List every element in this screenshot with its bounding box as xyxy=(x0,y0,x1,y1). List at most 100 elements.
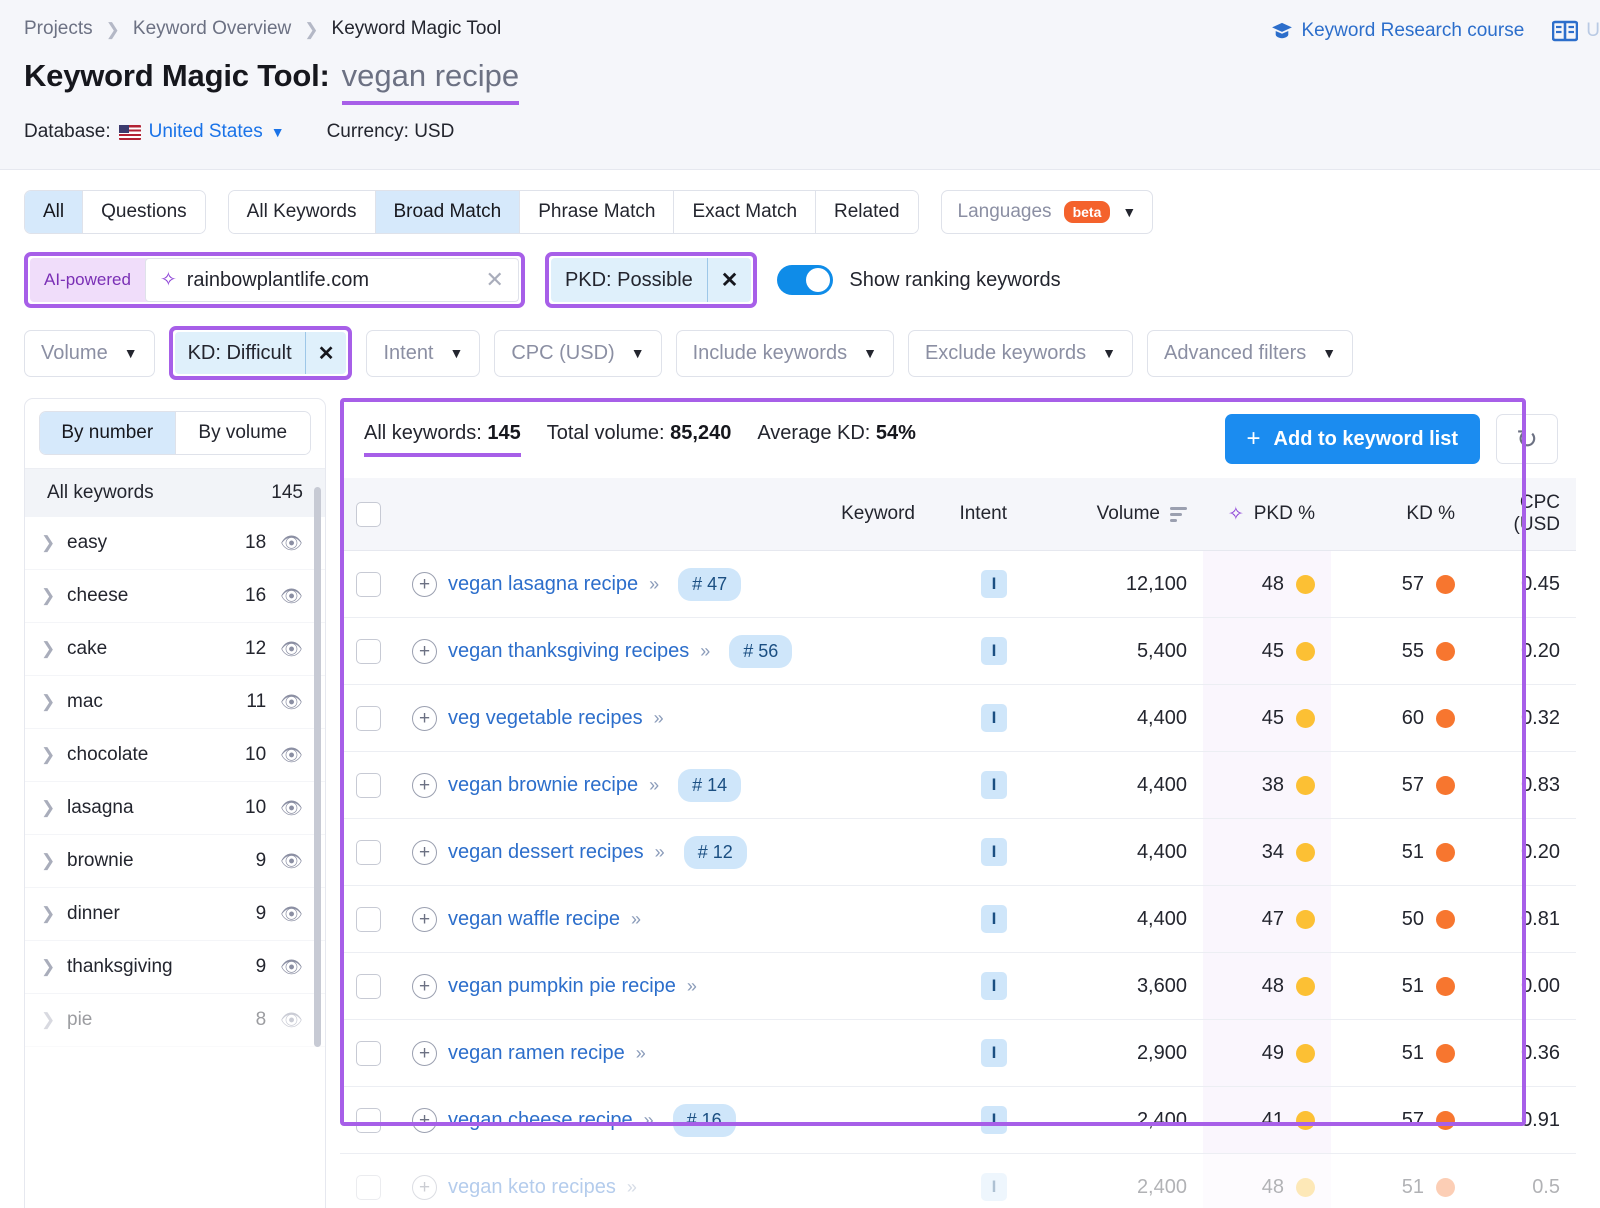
column-pkd[interactable]: ✧ PKD % xyxy=(1203,478,1331,551)
table-row[interactable]: +vegan thanksgiving recipes»# 56I5,40045… xyxy=(340,618,1576,685)
double-chevron-icon[interactable]: » xyxy=(655,842,663,863)
keyword-link[interactable]: vegan thanksgiving recipes xyxy=(448,640,689,663)
table-row[interactable]: +vegan pumpkin pie recipe»I3,60048510.00 xyxy=(340,953,1576,1020)
keyword-link[interactable]: vegan lasagna recipe xyxy=(448,573,638,596)
eye-icon[interactable]: 👁 xyxy=(280,799,303,817)
table-row[interactable]: +vegan cheese recipe»# 16I2,40041570.91 xyxy=(340,1087,1576,1154)
kd-filter-chip[interactable]: KD: Difficult ✕ xyxy=(175,332,347,374)
table-row[interactable]: +vegan ramen recipe»I2,90049510.36 xyxy=(340,1020,1576,1087)
add-keyword-icon[interactable]: + xyxy=(412,1041,437,1066)
row-checkbox[interactable] xyxy=(356,974,381,999)
double-chevron-icon[interactable]: » xyxy=(649,574,657,595)
eye-icon[interactable]: 👁 xyxy=(280,905,303,923)
table-row[interactable]: +vegan keto recipes»I2,40048510.5 xyxy=(340,1154,1576,1208)
sidebar-item-all-keywords[interactable]: All keywords 145 xyxy=(25,468,325,517)
sidebar-sort-by-number[interactable]: By number xyxy=(40,412,176,454)
keyword-link[interactable]: vegan waffle recipe xyxy=(448,908,620,931)
database-value[interactable]: United States xyxy=(149,121,263,143)
breadcrumb-item-keyword-magic-tool[interactable]: Keyword Magic Tool xyxy=(332,18,502,40)
keyword-link[interactable]: vegan pumpkin pie recipe xyxy=(448,975,676,998)
kd-filter-remove-icon[interactable]: ✕ xyxy=(305,332,347,374)
sidebar-sort-by-volume[interactable]: By volume xyxy=(176,412,311,454)
tab-related[interactable]: Related xyxy=(816,191,918,233)
tab-questions[interactable]: Questions xyxy=(83,191,205,233)
double-chevron-icon[interactable]: » xyxy=(649,775,657,796)
tab-phrase-match[interactable]: Phrase Match xyxy=(520,191,674,233)
add-keyword-icon[interactable]: + xyxy=(412,572,437,597)
chevron-down-icon[interactable]: ▼ xyxy=(271,124,285,140)
sidebar-item-easy[interactable]: ❯easy18👁 xyxy=(25,517,325,570)
double-chevron-icon[interactable]: » xyxy=(654,708,662,729)
row-checkbox[interactable] xyxy=(356,1041,381,1066)
sidebar-scrollbar[interactable] xyxy=(314,487,321,1047)
filter-include-keywords[interactable]: Include keywords ▼ xyxy=(676,330,894,377)
breadcrumb-item-projects[interactable]: Projects xyxy=(24,18,93,40)
double-chevron-icon[interactable]: » xyxy=(631,909,639,930)
add-keyword-icon[interactable]: + xyxy=(412,706,437,731)
pkd-filter-chip[interactable]: PKD: Possible ✕ xyxy=(551,258,751,302)
row-checkbox[interactable] xyxy=(356,840,381,865)
table-row[interactable]: +vegan lasagna recipe»# 47I12,10048570.4… xyxy=(340,551,1576,618)
user-manual-link[interactable]: U xyxy=(1552,20,1600,42)
eye-icon[interactable]: 👁 xyxy=(280,640,303,658)
tab-broad-match[interactable]: Broad Match xyxy=(376,191,521,233)
double-chevron-icon[interactable]: » xyxy=(644,1110,652,1131)
row-checkbox[interactable] xyxy=(356,907,381,932)
add-to-keyword-list-button[interactable]: + Add to keyword list xyxy=(1225,414,1480,464)
sidebar-item-lasagna[interactable]: ❯lasagna10👁 xyxy=(25,782,325,835)
chevron-right-icon[interactable]: ❯ xyxy=(41,851,67,871)
pkd-filter-remove-icon[interactable]: ✕ xyxy=(707,258,752,302)
row-checkbox[interactable] xyxy=(356,572,381,597)
filter-advanced[interactable]: Advanced filters ▼ xyxy=(1147,330,1353,377)
sort-desc-icon[interactable] xyxy=(1170,507,1187,522)
chevron-right-icon[interactable]: ❯ xyxy=(41,692,67,712)
filter-intent[interactable]: Intent ▼ xyxy=(366,330,480,377)
double-chevron-icon[interactable]: » xyxy=(627,1177,635,1198)
chevron-right-icon[interactable]: ❯ xyxy=(41,904,67,924)
double-chevron-icon[interactable]: » xyxy=(687,976,695,997)
sidebar-item-thanksgiving[interactable]: ❯thanksgiving9👁 xyxy=(25,941,325,994)
keyword-link[interactable]: vegan dessert recipes xyxy=(448,841,644,864)
eye-icon[interactable]: 👁 xyxy=(280,534,303,552)
domain-input[interactable]: ✧ rainbowplantlife.com ✕ xyxy=(145,258,519,302)
tab-all[interactable]: All xyxy=(25,191,83,233)
sidebar-item-dinner[interactable]: ❯dinner9👁 xyxy=(25,888,325,941)
filter-exclude-keywords[interactable]: Exclude keywords ▼ xyxy=(908,330,1133,377)
eye-icon[interactable]: 👁 xyxy=(280,746,303,764)
eye-icon[interactable]: 👁 xyxy=(280,958,303,976)
eye-icon[interactable]: 👁 xyxy=(280,587,303,605)
sidebar-item-mac[interactable]: ❯mac11👁 xyxy=(25,676,325,729)
filter-volume[interactable]: Volume ▼ xyxy=(24,330,155,377)
show-ranking-keywords-toggle[interactable] xyxy=(777,265,833,295)
column-kd[interactable]: KD % xyxy=(1331,478,1471,551)
add-keyword-icon[interactable]: + xyxy=(412,1108,437,1133)
column-cpc[interactable]: CPC (USD xyxy=(1471,478,1576,551)
table-row[interactable]: +vegan brownie recipe»# 14I4,40038570.83 xyxy=(340,752,1576,819)
eye-icon[interactable]: 👁 xyxy=(280,693,303,711)
double-chevron-icon[interactable]: » xyxy=(700,641,708,662)
row-checkbox[interactable] xyxy=(356,706,381,731)
sidebar-item-chocolate[interactable]: ❯chocolate10👁 xyxy=(25,729,325,782)
column-keyword[interactable]: Keyword xyxy=(396,478,931,551)
add-keyword-icon[interactable]: + xyxy=(412,773,437,798)
tab-exact-match[interactable]: Exact Match xyxy=(674,191,816,233)
table-row[interactable]: +vegan dessert recipes»# 12I4,40034510.2… xyxy=(340,819,1576,886)
sidebar-item-cake[interactable]: ❯cake12👁 xyxy=(25,623,325,676)
sidebar-item-cheese[interactable]: ❯cheese16👁 xyxy=(25,570,325,623)
keyword-link[interactable]: vegan cheese recipe xyxy=(448,1109,633,1132)
breadcrumb-item-keyword-overview[interactable]: Keyword Overview xyxy=(133,18,291,40)
column-volume[interactable]: Volume xyxy=(1023,478,1203,551)
languages-dropdown[interactable]: Languages beta ▼ xyxy=(941,190,1154,234)
chevron-right-icon[interactable]: ❯ xyxy=(41,798,67,818)
chevron-right-icon[interactable]: ❯ xyxy=(41,533,67,553)
table-row[interactable]: +veg vegetable recipes»I4,40045600.32 xyxy=(340,685,1576,752)
row-checkbox[interactable] xyxy=(356,1175,381,1200)
tab-all-keywords[interactable]: All Keywords xyxy=(229,191,376,233)
row-checkbox[interactable] xyxy=(356,773,381,798)
keyword-link[interactable]: vegan brownie recipe xyxy=(448,774,638,797)
row-checkbox[interactable] xyxy=(356,639,381,664)
add-keyword-icon[interactable]: + xyxy=(412,907,437,932)
column-intent[interactable]: Intent xyxy=(931,478,1023,551)
refresh-button[interactable]: ↻ xyxy=(1496,414,1558,464)
keyword-link[interactable]: veg vegetable recipes xyxy=(448,707,643,730)
